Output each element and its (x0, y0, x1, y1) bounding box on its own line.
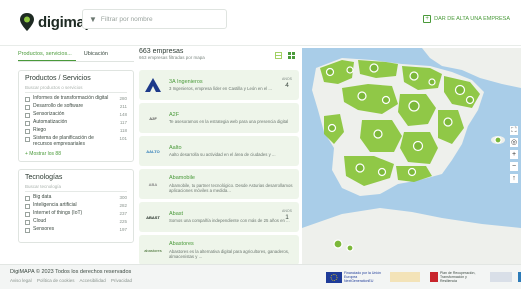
company-name[interactable]: Abamobile (169, 175, 295, 181)
checkbox[interactable] (25, 227, 30, 233)
checkbox[interactable] (25, 112, 30, 118)
register-company-button[interactable]: + DAR DE ALTA UNA EMPRESA (423, 12, 510, 26)
company-logo: ABA (148, 181, 158, 187)
company-name[interactable]: Abastores (169, 241, 295, 247)
checkbox[interactable] (25, 96, 30, 102)
company-cards: 3A Ingenieros 3 Ingenieros, empresa líder… (139, 70, 299, 264)
company-logo: A2F (149, 115, 157, 121)
map-controls: ⛶ ◎ + − ↑ (510, 126, 518, 186)
years-badge: ANOS 4 (282, 77, 292, 89)
fullscreen-button[interactable]: ⛶ (510, 126, 518, 135)
company-desc: Abastores es la alternativa digital para… (169, 248, 290, 259)
company-name[interactable]: Aalto (169, 145, 295, 151)
filter-sidebar: Productos, servicios... Ubicación Produc… (18, 48, 134, 264)
funding-logos: Financiado por la Unión Europea NextGene… (326, 270, 521, 284)
list-view-icon[interactable] (275, 52, 282, 59)
filter-tabs: Productos, servicios... Ubicación (18, 48, 134, 62)
company-card[interactable]: ABAST Abast Somos una compañía independie… (139, 202, 299, 232)
plus-icon: + (423, 15, 432, 23)
compass-button[interactable]: ↑ (510, 174, 518, 183)
company-desc: Somos una compañía independiente con más… (169, 218, 290, 224)
map-pin-logo-icon (20, 13, 34, 31)
privacy-link[interactable]: Privacidad (111, 278, 132, 283)
checkbox[interactable] (25, 120, 30, 126)
technologies-search[interactable]: Buscar tecnología (25, 184, 127, 192)
company-card[interactable]: ABA Abamobile Abamobile, tu partner tecno… (139, 169, 299, 199)
view-toggle (269, 52, 295, 59)
search-bar[interactable]: ▼ (82, 9, 227, 29)
checkbox[interactable] (25, 195, 30, 201)
prtr-text: Plan de Recuperación, Transformación y R… (440, 271, 476, 283)
3a-logo-icon (145, 78, 161, 92)
company-name[interactable]: Abast (169, 211, 295, 217)
company-card[interactable]: 3A Ingenieros 3 Ingenieros, empresa líder… (139, 70, 299, 100)
partner-logo (490, 272, 512, 282)
page-footer: DigiMAPA © 2023 Todos los derechos reser… (0, 264, 521, 289)
list-header: 663 empresas 663 empresas filtradas por … (139, 48, 299, 62)
register-label: DAR DE ALTA UNA EMPRESA (434, 16, 510, 22)
company-desc: Te asesoramos en la estrategia web para … (169, 119, 289, 125)
cookies-link[interactable]: Política de cookies (37, 278, 75, 283)
search-input[interactable] (100, 15, 221, 23)
zoom-in-button[interactable]: + (510, 150, 518, 159)
company-logo (143, 77, 163, 93)
filter-option[interactable]: Sensores 197 (25, 226, 127, 235)
company-card[interactable]: abastores Abastores Abastores es la alter… (139, 235, 299, 264)
technologies-title: Tecnologías (25, 174, 63, 181)
checkbox[interactable] (25, 128, 30, 134)
grid-view-icon[interactable] (288, 52, 295, 59)
africa-land (302, 208, 521, 264)
iberia-map (302, 48, 521, 264)
company-desc: 3 Ingenieros, empresa líder en Castilla … (169, 86, 272, 92)
prtr-logo (430, 272, 438, 282)
checkbox[interactable] (25, 203, 30, 209)
company-desc: Abamobile, tu partner tecnológico. Desde… (169, 182, 293, 193)
eu-funding-text: Financiado por la Unión Europea NextGene… (344, 271, 381, 283)
filter-icon: ▼ (89, 14, 97, 24)
checkbox[interactable] (25, 219, 30, 225)
years-badge: ANOS 1 (282, 209, 292, 221)
products-filter: Productos / Servicios Buscar productos o… (18, 70, 134, 162)
products-search[interactable]: Buscar productos o servicios (25, 85, 127, 93)
spain-gov-logo (390, 272, 420, 282)
company-logo: ABAST (146, 214, 160, 220)
tab-location[interactable]: Ubicación (84, 48, 112, 61)
top-header: digimapa ▼ + DAR DE ALTA UNA EMPRESA (0, 0, 521, 46)
company-card[interactable]: A2F A2F Te asesoramos en la estrategia we… (139, 103, 299, 133)
company-desc: Aalto desarrolla su actividad en el área… (169, 152, 276, 158)
eu-flag-icon (326, 271, 342, 283)
company-list: 663 empresas 663 empresas filtradas por … (139, 48, 299, 264)
zoom-out-button[interactable]: − (510, 162, 518, 171)
technologies-filter: Tecnologías Buscar tecnología Big data 30… (18, 169, 134, 243)
company-logo: AALTO (146, 148, 160, 154)
show-more-link[interactable]: + Mostrar los 88 (25, 151, 127, 157)
company-map[interactable]: ⛶ ◎ + − ↑ (302, 48, 521, 264)
company-name[interactable]: A2F (169, 112, 295, 118)
locate-button[interactable]: ◎ (510, 138, 518, 147)
tab-products[interactable]: Productos, servicios... (18, 48, 76, 61)
products-title: Productos / Servicios (25, 75, 91, 82)
accessibility-link[interactable]: Accesibilidad (80, 278, 106, 283)
filter-option[interactable]: Sistema de planificación de recursos emp… (25, 135, 127, 149)
checkbox[interactable] (25, 136, 30, 142)
footer-links: Aviso legal Política de cookies Accesibi… (10, 278, 136, 283)
company-card[interactable]: AALTO Aalto Aalto desarrolla su actividad… (139, 136, 299, 166)
copyright: DigiMAPA © 2023 Todos los derechos reser… (10, 269, 132, 275)
company-logo: abastores (144, 247, 162, 253)
legal-link[interactable]: Aviso legal (10, 278, 32, 283)
checkbox[interactable] (25, 104, 30, 110)
checkbox[interactable] (25, 211, 30, 217)
company-name[interactable]: 3A Ingenieros (169, 79, 295, 85)
